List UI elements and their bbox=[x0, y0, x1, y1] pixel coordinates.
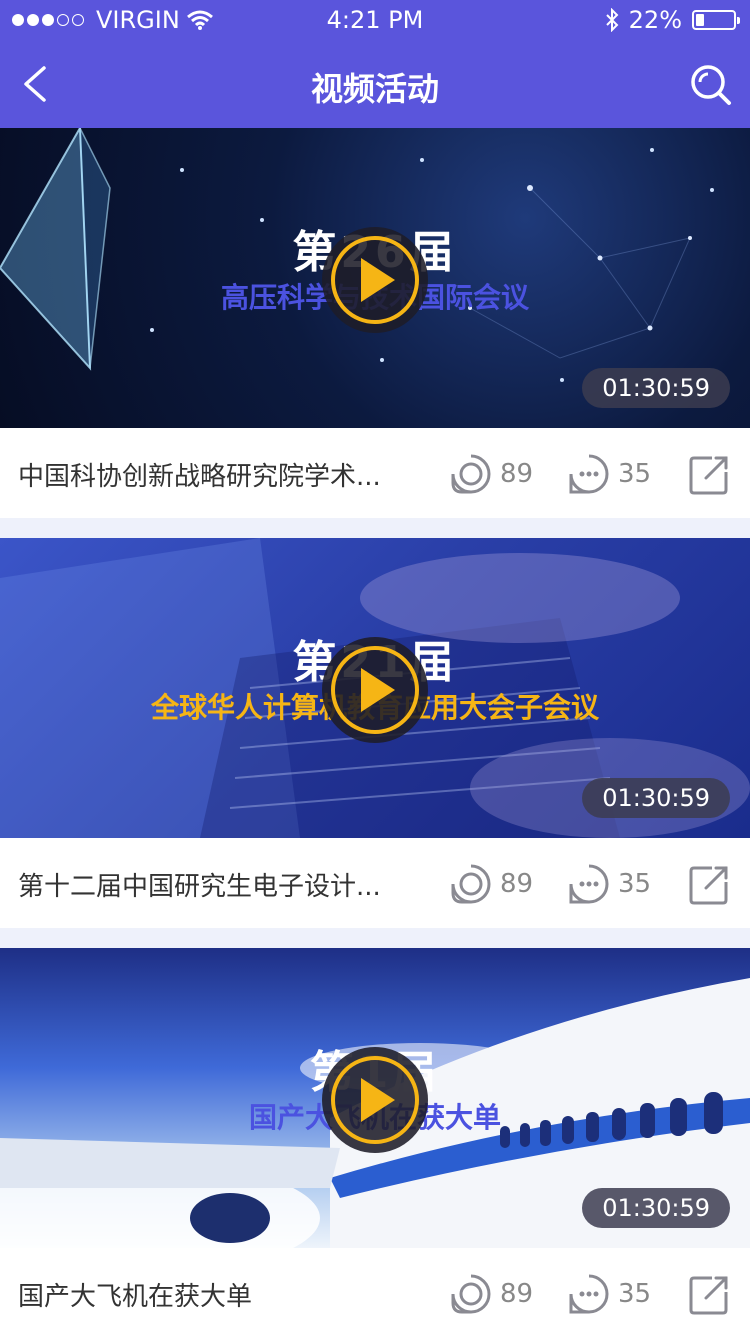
header: VIRGIN 4:21 PM 22% 视频活动 bbox=[0, 0, 750, 128]
views-icon bbox=[451, 864, 491, 904]
views-stat: 89 bbox=[450, 452, 533, 496]
views-count: 89 bbox=[500, 869, 534, 899]
duration-badge: 01:30:59 bbox=[582, 368, 730, 408]
search-icon[interactable] bbox=[688, 62, 734, 108]
video-card[interactable]: 第1届 国产大飞机在获大单 01:30:59 国产大飞机在获大单 89 35 bbox=[0, 948, 750, 1334]
video-thumbnail[interactable]: 第21届 全球华人计算机教育应用大会子会议 01:30:59 bbox=[0, 538, 750, 838]
video-thumbnail[interactable]: 第26届 高压科学与技术国际会议 01:30:59 bbox=[0, 128, 750, 428]
views-icon bbox=[451, 454, 491, 494]
bluetooth-icon bbox=[605, 8, 619, 32]
play-button[interactable] bbox=[322, 227, 428, 333]
comment-icon bbox=[569, 1274, 609, 1314]
views-stat: 89 bbox=[450, 1272, 533, 1316]
video-info-row: 中国科协创新战略研究院学术... 89 35 bbox=[0, 428, 750, 518]
views-count: 89 bbox=[500, 1279, 534, 1309]
status-bar: VIRGIN 4:21 PM 22% bbox=[0, 0, 750, 40]
play-button[interactable] bbox=[322, 1047, 428, 1153]
video-title[interactable]: 第十二届中国研究生电子设计... bbox=[18, 866, 381, 903]
video-card[interactable]: 第21届 全球华人计算机教育应用大会子会议 01:30:59 第十二届中国研究生… bbox=[0, 538, 750, 928]
video-info-row: 国产大飞机在获大单 89 35 bbox=[0, 1248, 750, 1334]
battery-icon bbox=[692, 10, 740, 30]
share-icon[interactable] bbox=[688, 1274, 730, 1316]
video-card[interactable]: 第26届 高压科学与技术国际会议 01:30:59 中国科协创新战略研究院学术.… bbox=[0, 128, 750, 518]
play-button[interactable] bbox=[322, 637, 428, 743]
views-stat: 89 bbox=[450, 862, 533, 906]
share-icon[interactable] bbox=[688, 454, 730, 496]
comments-stat[interactable]: 35 bbox=[568, 1272, 651, 1316]
battery-level bbox=[696, 14, 704, 26]
comments-stat[interactable]: 35 bbox=[568, 862, 651, 906]
views-icon bbox=[451, 1274, 491, 1314]
page-title: 视频活动 bbox=[310, 70, 439, 108]
views-count: 89 bbox=[500, 459, 534, 489]
video-title[interactable]: 中国科协创新战略研究院学术... bbox=[18, 456, 381, 493]
battery-percent: 22% bbox=[628, 6, 682, 34]
comments-count: 35 bbox=[618, 459, 652, 489]
status-right: 22% bbox=[605, 6, 740, 34]
comments-stat[interactable]: 35 bbox=[568, 452, 651, 496]
video-info-row: 第十二届中国研究生电子设计... 89 35 bbox=[0, 838, 750, 928]
comment-icon bbox=[569, 454, 609, 494]
video-thumbnail[interactable]: 第1届 国产大飞机在获大单 01:30:59 bbox=[0, 948, 750, 1248]
duration-badge: 01:30:59 bbox=[582, 778, 730, 818]
comments-count: 35 bbox=[618, 869, 652, 899]
comment-icon bbox=[569, 864, 609, 904]
share-icon[interactable] bbox=[688, 864, 730, 906]
duration-badge: 01:30:59 bbox=[582, 1188, 730, 1228]
video-title[interactable]: 国产大飞机在获大单 bbox=[18, 1276, 252, 1313]
comments-count: 35 bbox=[618, 1279, 652, 1309]
